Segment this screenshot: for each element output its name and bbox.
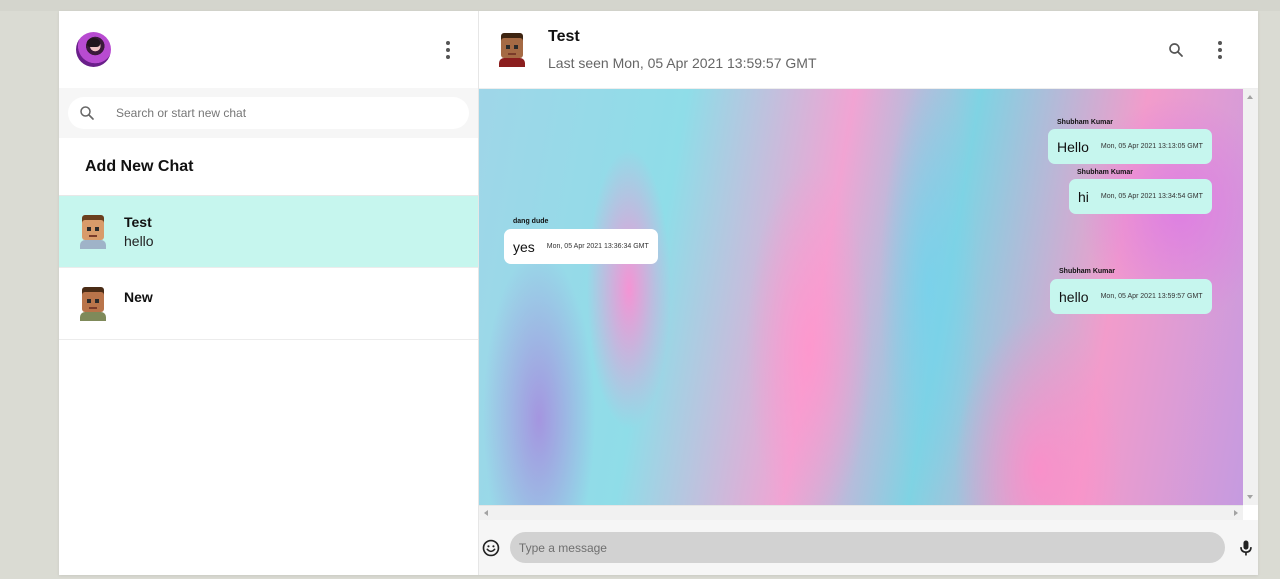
message-text: hello (1059, 288, 1089, 305)
message-bubble: hi Mon, 05 Apr 2021 13:34:54 GMT (1069, 179, 1212, 214)
last-seen-status: Last seen Mon, 05 Apr 2021 13:59:57 GMT (548, 55, 817, 71)
page-top-band (0, 0, 1280, 11)
message-text: Hello (1057, 138, 1089, 155)
scroll-right-arrow-icon[interactable] (1234, 510, 1238, 516)
chat-last-message: hello (124, 233, 154, 249)
scroll-left-arrow-icon[interactable] (484, 510, 488, 516)
scroll-down-arrow-icon[interactable] (1247, 495, 1253, 499)
chat-name: New (124, 288, 153, 305)
mic-icon[interactable] (1236, 538, 1256, 558)
contact-avatar (79, 286, 107, 321)
message-sender: dang dude (513, 218, 549, 225)
message-text: yes (513, 238, 535, 255)
message-sender: Shubham Kumar (1077, 169, 1134, 176)
search-bar (59, 88, 478, 138)
emoji-icon[interactable] (481, 538, 501, 558)
horizontal-scrollbar[interactable] (479, 505, 1243, 520)
message-sender: Shubham Kumar (1057, 119, 1114, 126)
contact-avatar (79, 214, 107, 249)
sidebar: Add New Chat Test hello New (59, 11, 479, 575)
message-bubble: Hello Mon, 05 Apr 2021 13:13:05 GMT (1048, 129, 1212, 164)
chat-list-item[interactable]: Test hello (59, 196, 478, 268)
message-bubble: yes Mon, 05 Apr 2021 13:36:34 GMT (504, 229, 658, 264)
chat-panel: Test Last seen Mon, 05 Apr 2021 13:59:57… (479, 11, 1258, 575)
scroll-up-arrow-icon[interactable] (1247, 95, 1253, 99)
sidebar-menu-icon[interactable] (436, 38, 460, 62)
message-time: Mon, 05 Apr 2021 13:13:05 GMT (1100, 143, 1203, 150)
chat-title: Test (548, 28, 580, 45)
chat-name: Test (124, 214, 152, 230)
chat-app: Add New Chat Test hello New (59, 11, 1258, 575)
message-input[interactable] (509, 532, 1226, 563)
sidebar-header (59, 11, 478, 88)
vertical-scrollbar[interactable] (1243, 89, 1258, 505)
message-sender: Shubham Kumar (1059, 268, 1116, 275)
chat-search-button[interactable] (1164, 38, 1188, 62)
add-new-chat-button[interactable]: Add New Chat (59, 138, 478, 196)
chat-contact-avatar[interactable] (498, 32, 526, 67)
message-time: Mon, 05 Apr 2021 13:36:34 GMT (546, 243, 649, 250)
search-box (68, 97, 469, 129)
search-icon (80, 106, 94, 120)
message-text: hi (1078, 188, 1089, 205)
message-bubble: hello Mon, 05 Apr 2021 13:59:57 GMT (1050, 279, 1212, 314)
message-composer (479, 520, 1258, 575)
chat-header: Test Last seen Mon, 05 Apr 2021 13:59:57… (479, 11, 1258, 89)
search-icon (1169, 42, 1183, 57)
message-time: Mon, 05 Apr 2021 13:59:57 GMT (1100, 293, 1203, 300)
chat-menu-icon[interactable] (1208, 38, 1232, 62)
search-input[interactable] (116, 106, 436, 120)
message-time: Mon, 05 Apr 2021 13:34:54 GMT (1100, 193, 1203, 200)
message-area[interactable]: Shubham Kumar Hello Mon, 05 Apr 2021 13:… (479, 89, 1243, 505)
user-avatar[interactable] (76, 32, 111, 67)
chat-list-item[interactable]: New (59, 268, 478, 340)
